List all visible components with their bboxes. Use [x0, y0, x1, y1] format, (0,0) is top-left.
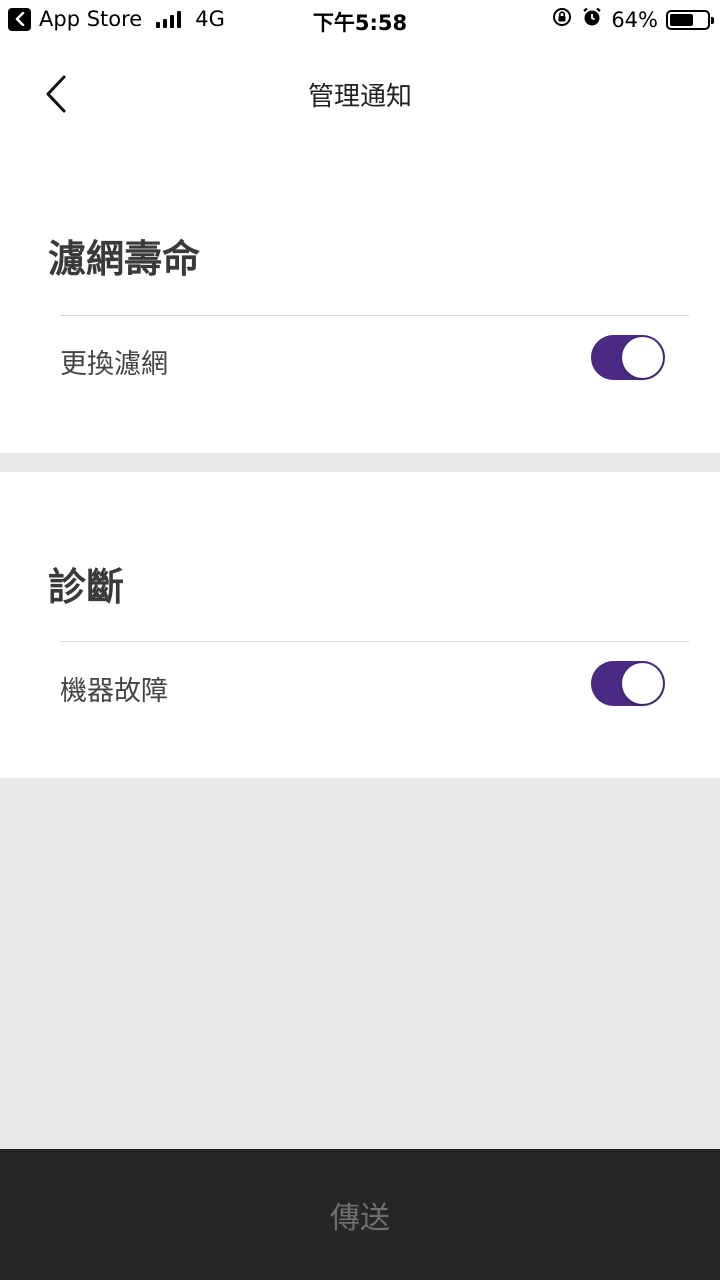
replace-filter-toggle[interactable]: [591, 335, 665, 380]
row-label-replace-filter: 更換濾網: [60, 349, 168, 380]
battery-level-fill: [670, 13, 694, 26]
divider: [60, 315, 689, 316]
page-title: 管理通知: [307, 82, 412, 112]
alarm-icon: [581, 6, 603, 33]
send-button[interactable]: 傳送: [0, 1149, 720, 1280]
machine-fault-toggle[interactable]: [591, 661, 665, 706]
status-bar: App Store 4G 下午5:58 64%: [0, 0, 720, 40]
status-bar-right: 64%: [551, 6, 714, 33]
rotation-lock-icon: [551, 6, 573, 33]
send-button-label: 傳送: [330, 1200, 390, 1236]
section-diagnostics: 診斷 機器故障: [0, 472, 720, 778]
divider: [60, 641, 689, 642]
battery-percent: 64%: [611, 7, 658, 32]
battery-icon: [666, 9, 714, 30]
toggle-knob: [622, 337, 663, 378]
section-filter-life: 濾網壽命 更換濾網: [0, 150, 720, 453]
section-title: 濾網壽命: [48, 237, 201, 281]
row-label-machine-fault: 機器故障: [60, 676, 168, 707]
section-title: 診斷: [48, 565, 125, 609]
toggle-knob: [622, 663, 663, 704]
nav-bar: 管理通知: [0, 40, 720, 150]
